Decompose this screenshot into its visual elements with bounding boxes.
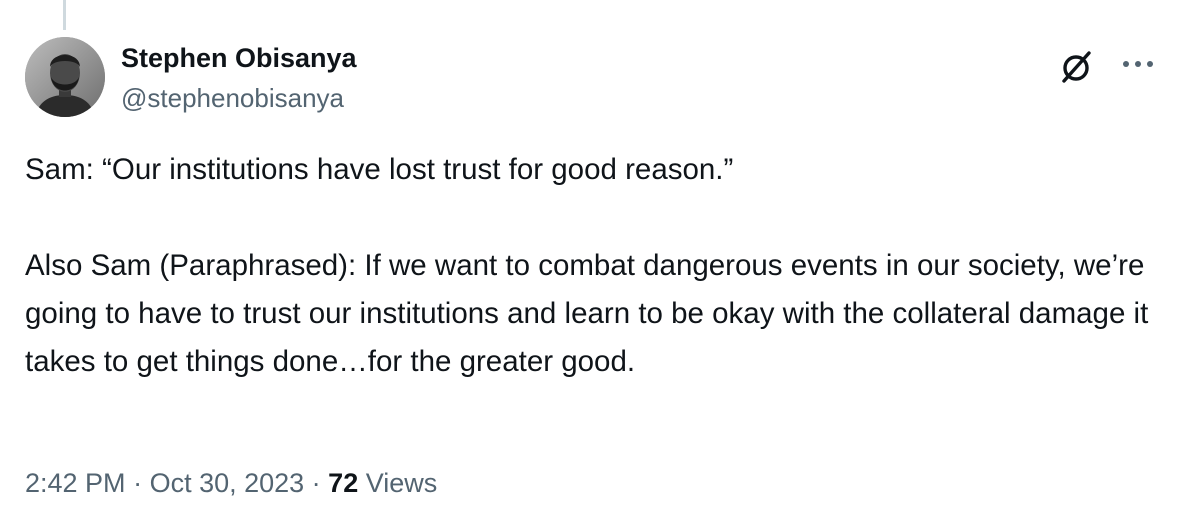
meta-separator: · xyxy=(125,468,150,498)
avatar-image xyxy=(25,37,105,117)
more-icon-glyph xyxy=(1123,61,1153,67)
views-label: Views xyxy=(358,468,438,498)
tweet-meta: 2:42 PM · Oct 30, 2023 · 72 Views xyxy=(25,465,437,501)
more-icon[interactable] xyxy=(1118,52,1158,76)
views-count: 72 xyxy=(328,468,359,498)
meta-separator: · xyxy=(304,468,329,498)
thread-connector-line xyxy=(63,0,66,30)
author-name[interactable]: Stephen Obisanya xyxy=(121,41,357,75)
grok-icon-glyph xyxy=(1062,51,1091,83)
grok-icon[interactable] xyxy=(1058,48,1096,86)
avatar[interactable] xyxy=(25,37,105,117)
tweet-text: Sam: “Our institutions have lost trust f… xyxy=(25,153,1149,378)
tweet-time[interactable]: 2:42 PM xyxy=(25,468,126,498)
author-handle[interactable]: @stephenobisanya xyxy=(121,82,344,114)
tweet-date[interactable]: Oct 30, 2023 xyxy=(150,468,305,498)
